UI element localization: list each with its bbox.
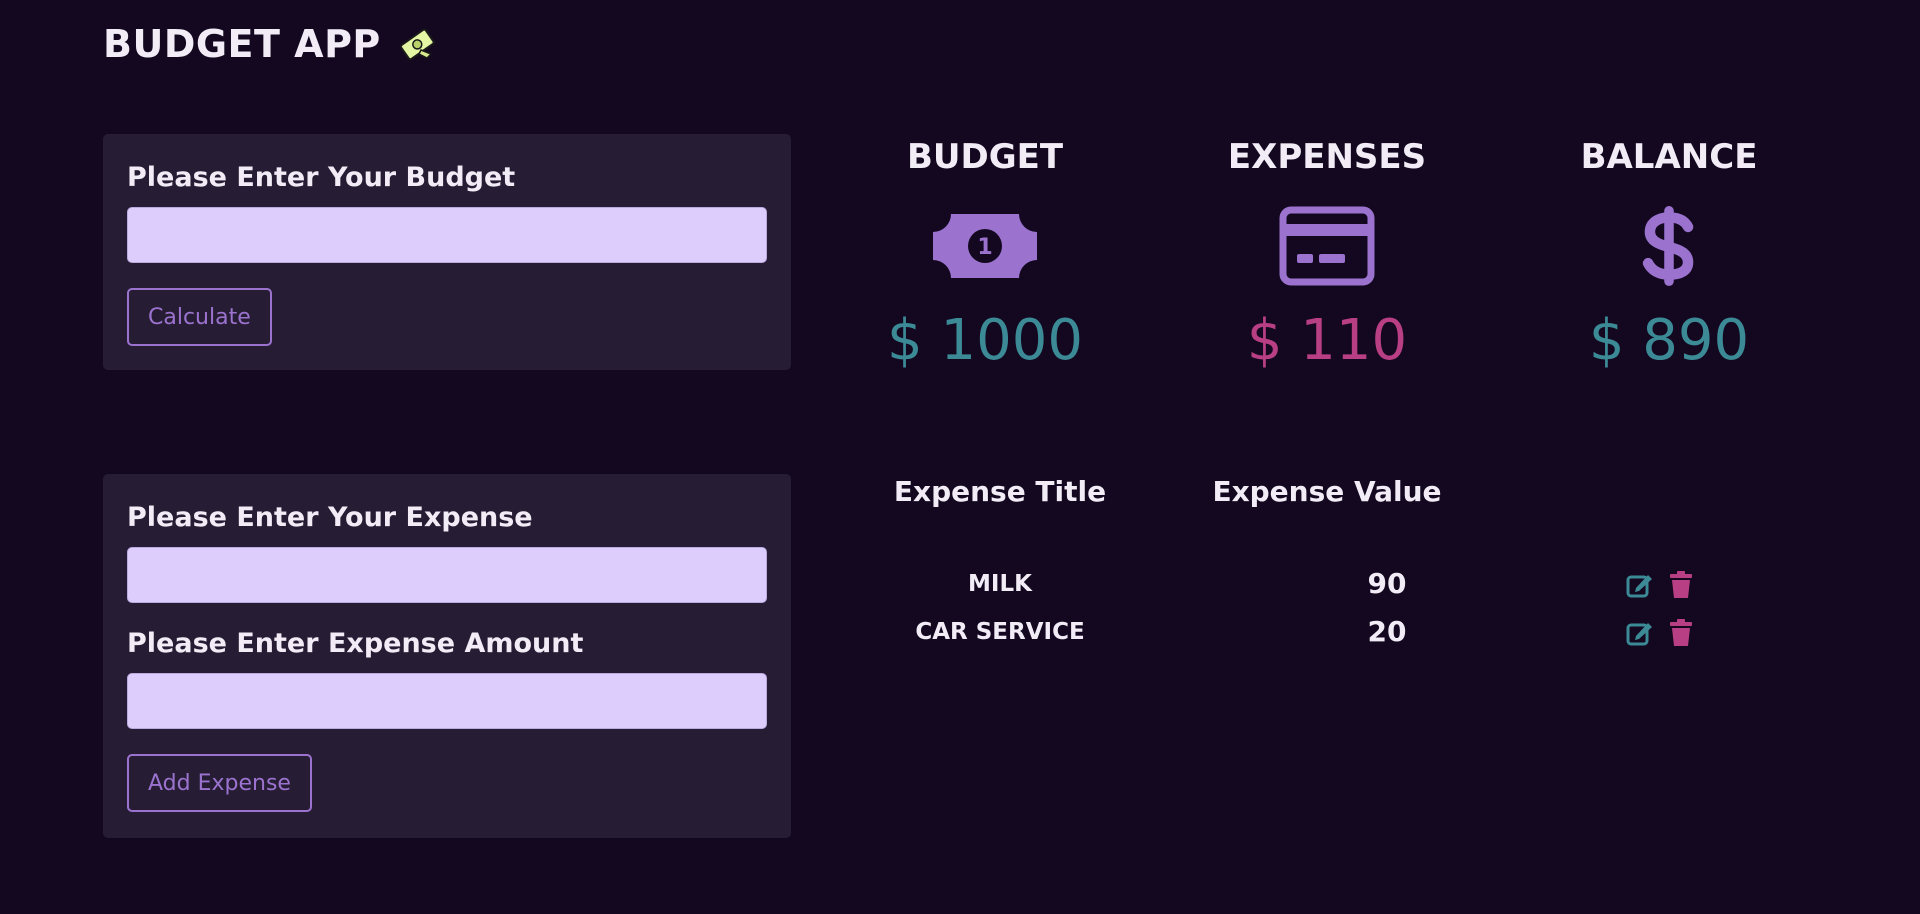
svg-text:1: 1 — [977, 235, 992, 260]
expense-title-header: Expense Title — [893, 475, 1107, 508]
money-bill-icon: 1 — [933, 214, 1037, 278]
budget-input-label: Please Enter Your Budget — [127, 162, 516, 193]
calculate-button[interactable]: Calculate — [127, 288, 272, 346]
budget-heading: BUDGET — [906, 137, 1064, 177]
table-row: CAR SERVICE 20 — [860, 612, 1820, 652]
money-wings-icon — [399, 28, 435, 61]
budget-value: $ 1000 — [887, 308, 1083, 373]
dollar-sign-icon — [1642, 206, 1694, 286]
expense-value-header: Expense Value — [1212, 475, 1442, 508]
expense-value-cell: 20 — [1367, 615, 1407, 648]
expenses-heading: EXPENSES — [1227, 137, 1427, 177]
edit-icon[interactable] — [1625, 571, 1653, 599]
balance-value: $ 890 — [1588, 308, 1750, 373]
expense-value-cell: 90 — [1367, 567, 1407, 600]
table-row: MILK 90 — [860, 564, 1820, 604]
app-title: BUDGET APP — [103, 22, 437, 66]
trash-icon[interactable] — [1667, 571, 1695, 599]
row-actions — [1625, 571, 1695, 599]
budget-summary: BUDGET 1 $ 1000 — [845, 134, 1125, 376]
add-expense-button[interactable]: Add Expense — [127, 754, 312, 812]
trash-icon[interactable] — [1667, 619, 1695, 647]
credit-card-icon — [1279, 206, 1375, 286]
expense-form-card: Please Enter Your Expense Please Enter E… — [103, 474, 791, 838]
row-actions — [1625, 619, 1695, 647]
expense-amount-label: Please Enter Expense Amount — [127, 628, 584, 659]
edit-icon[interactable] — [1625, 619, 1653, 647]
expenses-summary: EXPENSES $ 110 — [1187, 134, 1467, 376]
expense-title-cell: MILK — [968, 571, 1032, 597]
budget-input[interactable] — [127, 207, 767, 263]
expense-amount-input[interactable] — [127, 673, 767, 729]
expense-title-label: Please Enter Your Expense — [127, 502, 533, 533]
expense-title-cell: CAR SERVICE — [915, 619, 1085, 645]
budget-form-card: Please Enter Your Budget Calculate — [103, 134, 791, 370]
balance-summary: BALANCE $ 890 — [1529, 134, 1809, 376]
expenses-value: $ 110 — [1246, 308, 1408, 373]
balance-heading: BALANCE — [1580, 137, 1758, 177]
app-title-text: BUDGET APP — [103, 22, 381, 66]
expense-title-input[interactable] — [127, 547, 767, 603]
